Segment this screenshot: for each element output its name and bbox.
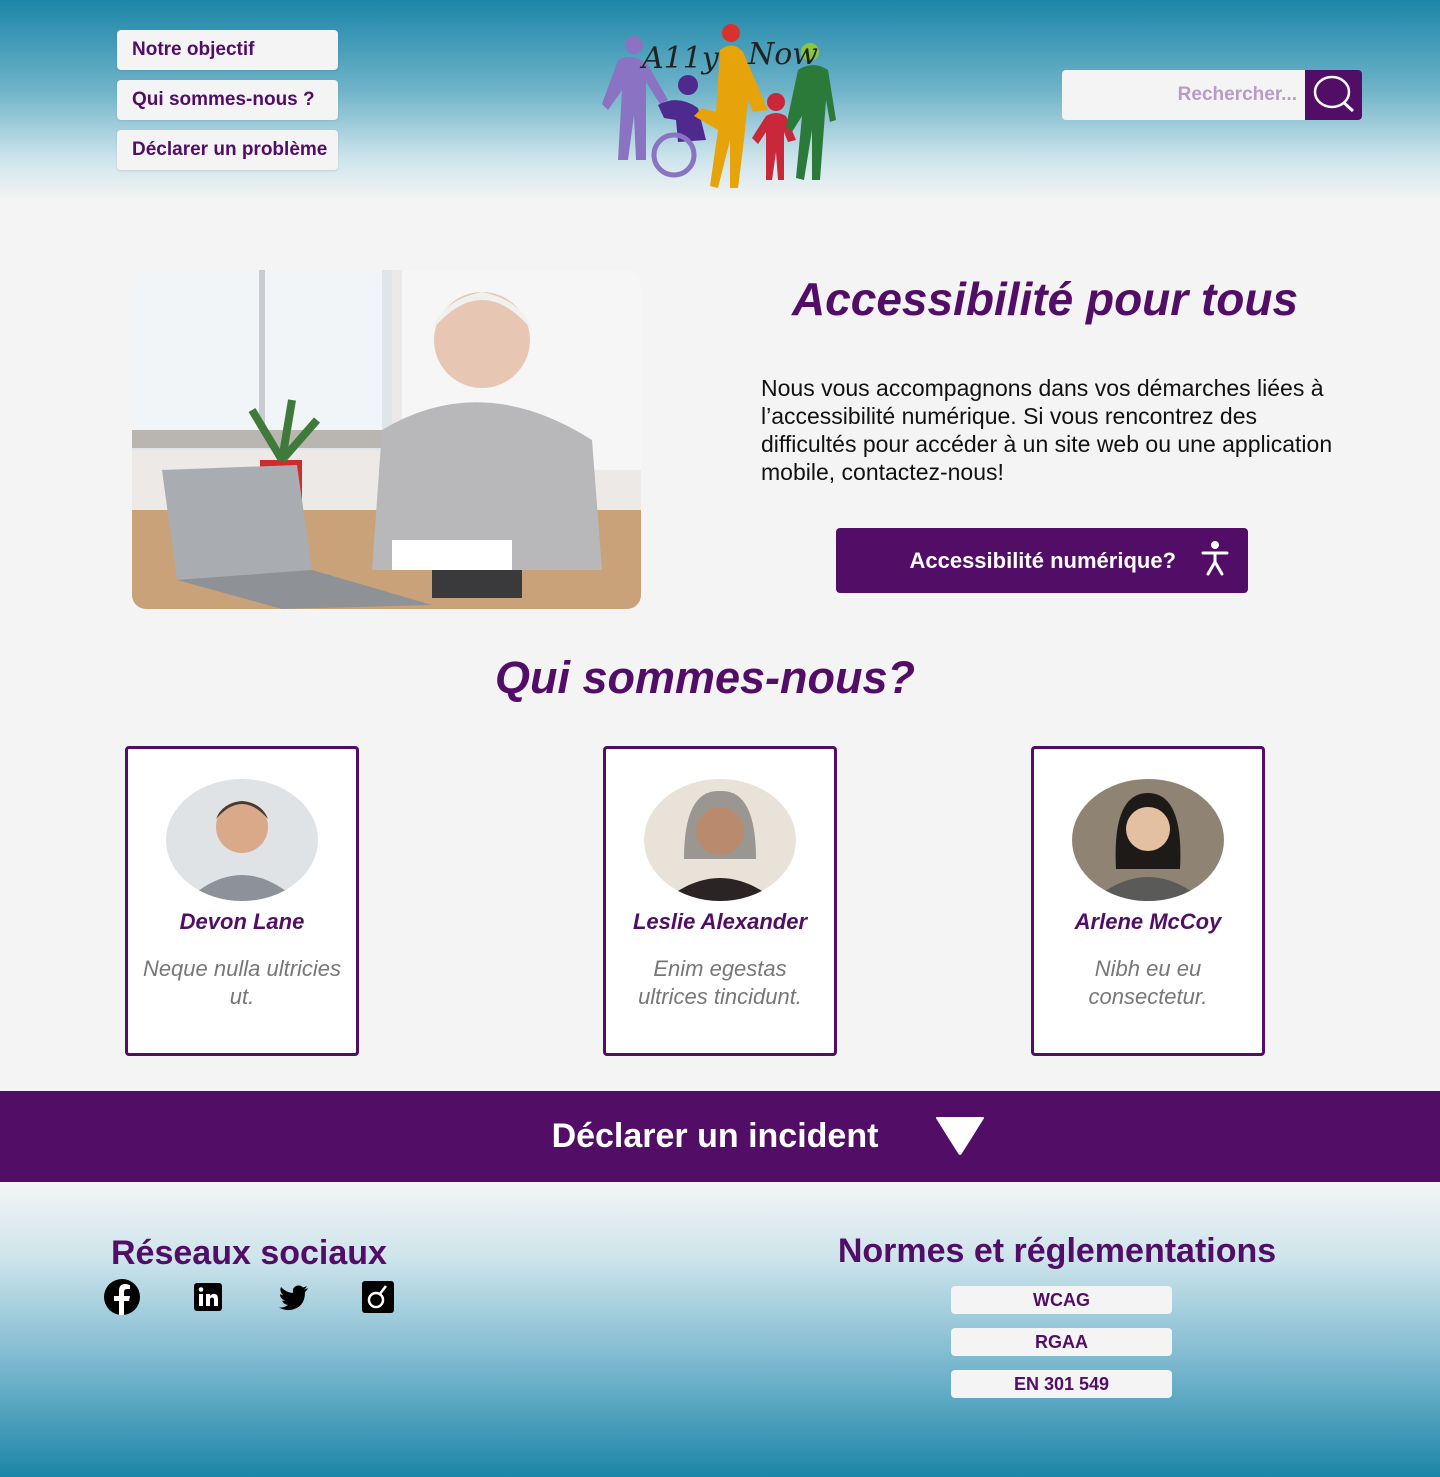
linkedin-icon[interactable] bbox=[190, 1279, 226, 1315]
main-nav: Notre objectif Qui sommes-nous ? Déclare… bbox=[117, 30, 338, 180]
member-description: Neque nulla ultricies ut. bbox=[142, 956, 342, 1009]
cta-label: Accessibilité numérique? bbox=[909, 547, 1176, 573]
nav-item-declarer-probleme[interactable]: Déclarer un problème bbox=[117, 130, 338, 170]
avatar bbox=[1072, 779, 1224, 901]
social-title: Réseaux sociaux bbox=[111, 1234, 387, 1272]
viadeo-icon[interactable] bbox=[360, 1279, 396, 1315]
facebook-icon[interactable] bbox=[104, 1279, 140, 1315]
site-logo[interactable]: A11y Now bbox=[598, 20, 843, 195]
norms-title: Normes et réglementations bbox=[837, 1232, 1277, 1270]
search-icon bbox=[1312, 74, 1356, 117]
member-name: Leslie Alexander bbox=[632, 909, 808, 934]
search-button[interactable] bbox=[1305, 70, 1362, 120]
site-header: Notre objectif Qui sommes-nous ? Déclare… bbox=[0, 0, 1440, 200]
search-input[interactable] bbox=[1062, 70, 1305, 120]
svg-text:Now: Now bbox=[747, 37, 818, 72]
declare-incident-label: Déclarer un incident bbox=[551, 1117, 879, 1155]
norm-link-wcag[interactable]: WCAG bbox=[951, 1286, 1172, 1314]
member-name: Devon Lane bbox=[179, 909, 305, 934]
declare-incident-bar[interactable]: Déclarer un incident bbox=[0, 1091, 1440, 1182]
triangle-down-icon bbox=[935, 1116, 985, 1161]
norm-link-rgaa[interactable]: RGAA bbox=[951, 1328, 1172, 1356]
nav-item-qui-sommes-nous[interactable]: Qui sommes-nous ? bbox=[117, 80, 338, 120]
team-card: Arlene McCoy Nibh eu eu consectetur. bbox=[1031, 746, 1265, 1056]
member-description: Nibh eu eu consectetur. bbox=[1088, 956, 1208, 1009]
search-bar bbox=[1062, 70, 1362, 120]
hero-title: Accessibilité pour tous bbox=[791, 273, 1299, 325]
hero-photo bbox=[132, 270, 641, 609]
accessibility-cta-button[interactable]: Accessibilité numérique? bbox=[836, 528, 1248, 593]
team-card: Devon Lane Neque nulla ultricies ut. bbox=[125, 746, 359, 1056]
accessibility-icon bbox=[1200, 540, 1230, 582]
avatar bbox=[644, 779, 796, 901]
hero-text: Nous vous accompagnons dans vos démarche… bbox=[761, 375, 1333, 485]
avatar bbox=[166, 779, 318, 901]
social-links bbox=[104, 1279, 404, 1315]
nav-item-notre-objectif[interactable]: Notre objectif bbox=[117, 30, 338, 70]
member-name: Arlene McCoy bbox=[1074, 909, 1222, 934]
team-title: Qui sommes-nous? bbox=[494, 652, 916, 703]
member-description: Enim egestas ultrices tincidunt. bbox=[638, 956, 802, 1009]
norm-link-en-301-549[interactable]: EN 301 549 bbox=[951, 1370, 1172, 1398]
svg-text:A11y: A11y bbox=[639, 41, 720, 76]
site-footer: Réseaux sociaux Normes et réglementation… bbox=[0, 1182, 1440, 1477]
twitter-icon[interactable] bbox=[276, 1279, 312, 1315]
team-card: Leslie Alexander Enim egestas ultrices t… bbox=[603, 746, 837, 1056]
